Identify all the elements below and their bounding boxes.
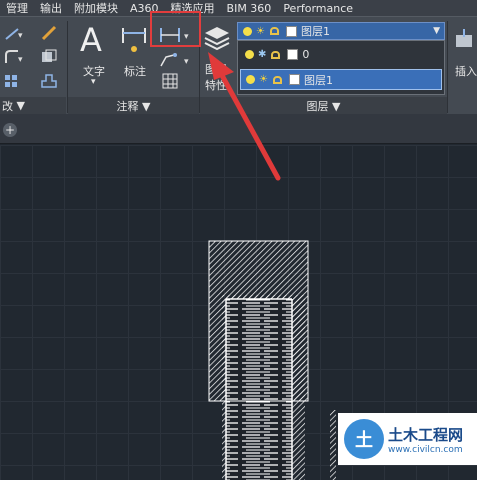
tab-manage[interactable]: 管理 (0, 0, 34, 16)
hatched-wall-drawing[interactable] (208, 240, 336, 480)
svg-text:▾: ▾ (18, 31, 23, 41)
annotate-panel-title[interactable]: 注释 ▼ (68, 97, 199, 114)
modify-panel-title[interactable]: 改 ▼ (0, 97, 66, 114)
highlight-box (150, 11, 201, 47)
tab-performance[interactable]: Performance (277, 2, 359, 15)
tab-bim360[interactable]: BIM 360 (221, 2, 278, 15)
tab-output[interactable]: 输出 (34, 0, 68, 16)
edit-pencil-icon[interactable] (40, 25, 60, 41)
modify-panel-label: 改 (2, 99, 13, 113)
svg-text:▾: ▾ (184, 57, 189, 67)
insert-label[interactable]: 插入 (455, 63, 477, 79)
tab-addins[interactable]: 附加模块 (68, 0, 124, 16)
text-tool-glyph[interactable]: A (80, 21, 102, 59)
layer-color-swatch[interactable] (288, 74, 300, 85)
layer-name: 图层1 (303, 73, 333, 87)
dimension-tool-icon[interactable] (120, 25, 148, 55)
copy-icon[interactable] (40, 49, 60, 65)
watermark: 土 土木工程网 www.civilcn.com (338, 413, 477, 465)
layer-unlock-icon (269, 27, 279, 35)
watermark-title: 土木工程网 (388, 425, 464, 444)
layer-on-icon (243, 26, 252, 36)
line-tool-icon[interactable]: ▾ (4, 25, 24, 41)
array-icon[interactable] (4, 73, 24, 89)
panel-divider (447, 21, 448, 113)
text-tool-caret[interactable]: ▾ (91, 77, 96, 87)
table-icon[interactable] (162, 73, 178, 89)
insert-block-icon[interactable] (452, 27, 477, 53)
current-layer-name: 图层1 (300, 25, 330, 38)
layer-dropdown[interactable]: ☀ 图层1 ▼ (237, 22, 445, 40)
fillet-icon[interactable]: ▾ (4, 49, 24, 65)
chevron-down-icon[interactable]: ▼ (433, 26, 440, 36)
pointer-arrow (208, 52, 281, 181)
layer-name: 0 (302, 48, 310, 61)
site-logo-icon: 土 (344, 419, 384, 459)
dimension-tool-label[interactable]: 标注 (124, 63, 146, 79)
leader-icon[interactable]: ▾ (158, 51, 194, 69)
new-tab-button[interactable]: + (3, 123, 17, 137)
ribbon-tab-bar: 管理 输出 附加模块 A360 精选应用 BIM 360 Performance (0, 0, 477, 16)
svg-text:▾: ▾ (18, 55, 23, 65)
layer-thaw-icon: ☀ (256, 25, 265, 37)
layer-color-swatch (285, 25, 297, 37)
watermark-url: www.civilcn.com (388, 444, 463, 455)
stamp-icon[interactable] (40, 73, 60, 89)
